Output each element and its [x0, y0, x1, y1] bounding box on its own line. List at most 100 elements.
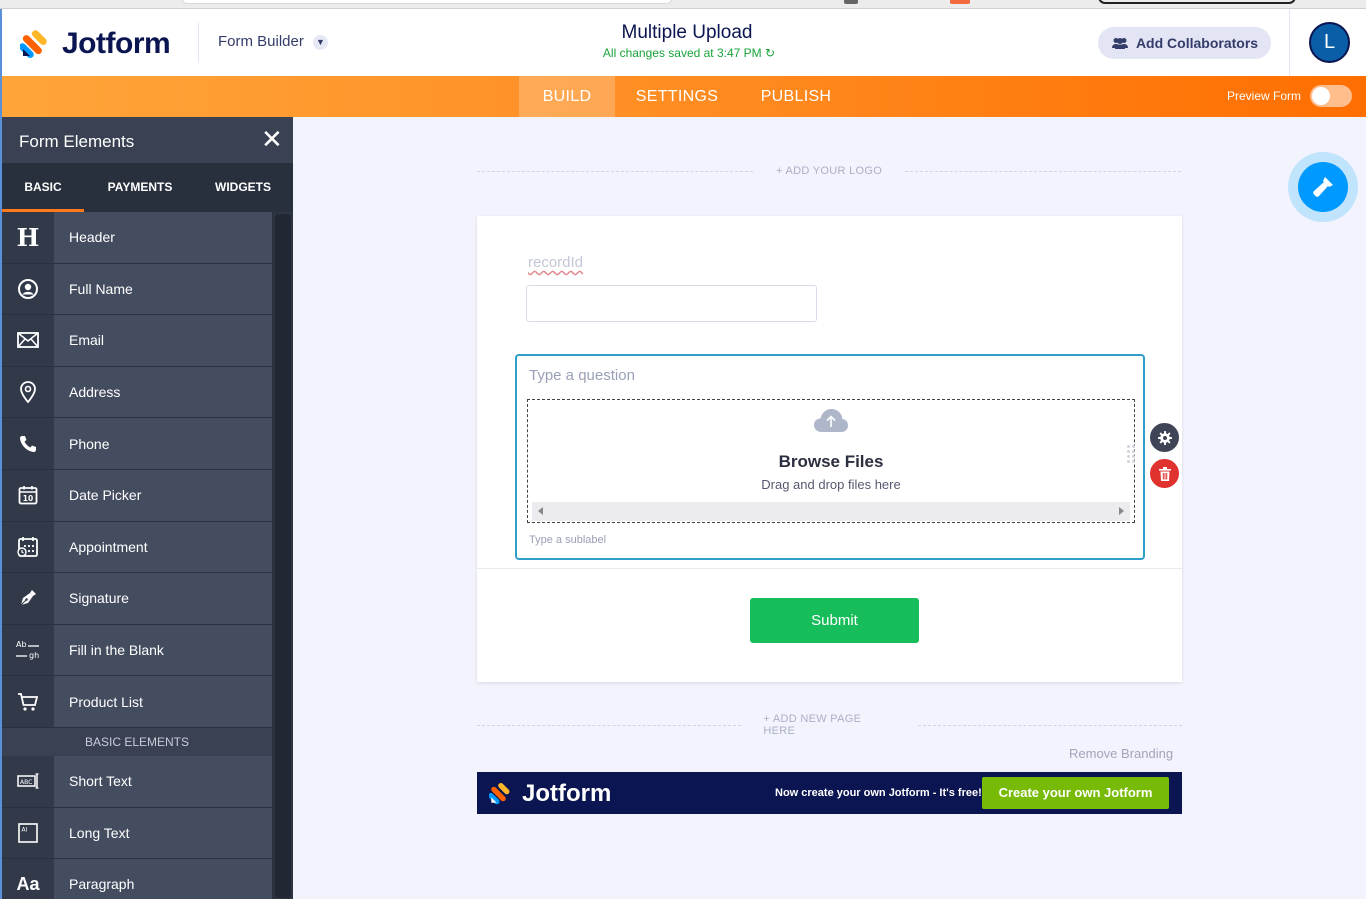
calendar-clock-icon [2, 521, 54, 573]
handle-dot [1132, 455, 1135, 458]
tab-build[interactable]: BUILD [519, 76, 615, 117]
address-bar[interactable] [182, 0, 672, 4]
svg-text:ABC: ABC [20, 779, 32, 786]
users-icon [1111, 38, 1128, 49]
cart-icon [2, 676, 54, 727]
element-appointment[interactable]: Appointment [2, 521, 272, 574]
file-drop-zone[interactable]: Browse Files Drag and drop files here [527, 399, 1135, 523]
sublabel-placeholder[interactable]: Type a sublabel [529, 534, 606, 546]
tab-basic[interactable]: BASIC [2, 163, 84, 212]
element-signature[interactable]: Signature [2, 573, 272, 625]
field-settings-button[interactable] [1148, 421, 1181, 454]
phone-icon [2, 418, 54, 469]
browser-toolbar [0, 0, 1366, 9]
tab-publish[interactable]: PUBLISH [748, 76, 844, 117]
save-status-text: All changes saved at 3:47 PM [602, 46, 762, 60]
element-list: H Header Full Name Email Address Phone 1… [2, 212, 272, 899]
fill-blank-icon: Ab gh [2, 624, 54, 676]
form-designer-inner[interactable] [1298, 162, 1348, 212]
add-page-label[interactable]: + ADD NEW PAGE HERE [741, 713, 917, 737]
user-icon [2, 263, 54, 315]
handle-dot [1132, 450, 1135, 453]
tab-widgets[interactable]: WIDGETS [202, 163, 284, 212]
recordid-input[interactable] [526, 285, 817, 322]
cloud-upload-icon [814, 409, 848, 432]
add-logo-label[interactable]: + ADD YOUR LOGO [753, 165, 905, 177]
horizontal-scrollbar[interactable] [532, 502, 1130, 521]
branding-banner: Jotform Now create your own Jotform - It… [477, 772, 1182, 814]
submit-button[interactable]: Submit [750, 598, 919, 643]
create-jotform-button[interactable]: Create your own Jotform [982, 777, 1169, 809]
drag-drop-hint: Drag and drop files here [761, 477, 901, 492]
add-logo-row[interactable]: + ADD YOUR LOGO [477, 164, 1182, 178]
element-short-text[interactable]: ABC Short Text [2, 755, 272, 808]
refresh-icon[interactable]: ↻ [765, 46, 775, 60]
element-address[interactable]: Address [2, 366, 272, 419]
form-card: recordId Type a question Browse Files Dr… [477, 216, 1182, 682]
drag-handle-icon[interactable] [1127, 445, 1137, 469]
browser-extension-icon[interactable] [950, 0, 970, 4]
browser-extension-icon[interactable] [844, 0, 858, 4]
pen-icon [2, 573, 54, 624]
element-label: Date Picker [69, 487, 142, 504]
add-collaborators-button[interactable]: Add Collaborators [1098, 27, 1271, 59]
browse-files-button[interactable]: Browse Files [528, 452, 1134, 472]
jotform-logo-icon [489, 782, 510, 805]
close-icon[interactable]: ✕ [261, 126, 283, 152]
preview-form-label: Preview Form [1227, 89, 1302, 103]
divider [477, 170, 753, 172]
banner-promo-text: Now create your own Jotform - It's free! [775, 787, 982, 799]
element-label: Paragraph [69, 876, 135, 893]
handle-dot [1127, 455, 1130, 458]
element-label: Email [69, 332, 105, 349]
question-placeholder[interactable]: Type a question [529, 367, 635, 384]
gear-icon [1157, 430, 1172, 445]
panel-scrollbar[interactable] [273, 212, 293, 899]
scroll-left-icon[interactable] [538, 507, 543, 515]
divider [477, 568, 1182, 569]
envelope-icon [2, 315, 54, 366]
element-long-text[interactable]: AI Long Text [2, 807, 272, 860]
tab-payments[interactable]: PAYMENTS [94, 163, 186, 212]
element-label: Header [69, 229, 115, 246]
app-header: Jotform Form Builder ▼ Multiple Upload A… [0, 9, 1366, 76]
svg-text:Ab: Ab [16, 640, 27, 649]
panel-title: Form Elements [19, 132, 135, 151]
header-icon: H [2, 212, 54, 263]
divider [905, 170, 1182, 172]
element-fill-in-the-blank[interactable]: Ab gh Fill in the Blank [2, 624, 272, 677]
element-full-name[interactable]: Full Name [2, 263, 272, 316]
svg-text:AI: AI [22, 826, 28, 833]
tab-settings[interactable]: SETTINGS [627, 76, 727, 117]
element-label: Fill in the Blank [69, 642, 164, 659]
paint-roller-icon [1313, 177, 1333, 197]
element-phone[interactable]: Phone [2, 418, 272, 470]
element-label: Appointment [69, 538, 148, 555]
file-upload-field[interactable]: Type a question Browse Files Drag and dr… [515, 354, 1145, 560]
toggle-knob [1312, 87, 1330, 105]
element-label: Full Name [69, 280, 133, 297]
remove-branding-link[interactable]: Remove Branding [1069, 746, 1173, 761]
scroll-right-icon[interactable] [1119, 507, 1124, 515]
browser-profile-button[interactable] [1098, 0, 1296, 4]
handle-dot [1127, 450, 1130, 453]
element-paragraph[interactable]: Aa Paragraph [2, 859, 272, 899]
field-label[interactable]: recordId [528, 254, 583, 271]
element-email[interactable]: Email [2, 315, 272, 367]
trash-icon [1158, 466, 1171, 481]
avatar[interactable]: L [1309, 22, 1350, 63]
short-text-icon: ABC [2, 755, 54, 807]
add-page-row[interactable]: + ADD NEW PAGE HERE [477, 713, 1182, 737]
scrollbar-thumb[interactable] [275, 214, 291, 898]
section-basic-elements: BASIC ELEMENTS [2, 727, 272, 756]
element-header[interactable]: H Header [2, 212, 272, 264]
element-date-picker[interactable]: 10 Date Picker [2, 469, 272, 522]
delete-field-button[interactable] [1148, 457, 1181, 490]
element-product-list[interactable]: Product List [2, 676, 272, 728]
element-label: Address [69, 384, 121, 401]
divider [1289, 9, 1290, 76]
svg-text:gh: gh [29, 651, 39, 660]
preview-form-toggle[interactable] [1310, 85, 1352, 107]
form-designer-button[interactable] [1288, 152, 1358, 222]
handle-dot [1127, 445, 1130, 448]
